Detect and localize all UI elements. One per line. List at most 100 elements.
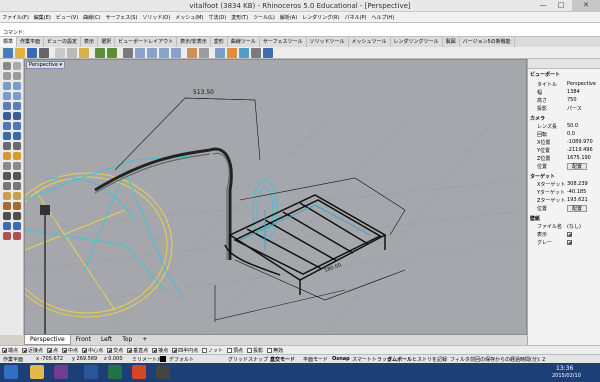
planar-toggle[interactable]: 平面モード: [303, 356, 328, 363]
osnap-intersection-checkbox[interactable]: [107, 347, 113, 353]
osnap-center[interactable]: 中心点: [82, 347, 103, 354]
cone-icon[interactable]: [13, 132, 21, 140]
menu-solid[interactable]: ソリッド(O): [142, 14, 170, 21]
save-icon[interactable]: [27, 48, 37, 58]
excel-icon[interactable]: [108, 365, 122, 379]
freeform-icon[interactable]: [13, 102, 21, 110]
menu-render[interactable]: レンダリング(R): [302, 14, 339, 21]
scale-icon[interactable]: [13, 202, 21, 210]
tab-cplanes[interactable]: 作業平面: [17, 37, 45, 47]
osnap-point-checkbox[interactable]: [47, 347, 53, 353]
select-icon[interactable]: [215, 48, 225, 58]
tab-surface-tools[interactable]: サーフェスツール: [260, 37, 307, 47]
status-layer[interactable]: デフォルト: [169, 356, 194, 363]
taskbar-app-icon[interactable]: [156, 365, 170, 379]
fillet-icon[interactable]: [3, 232, 11, 240]
menu-panels[interactable]: パネル(P): [345, 14, 367, 21]
open-folder-icon[interactable]: [15, 48, 25, 58]
material-icon[interactable]: [239, 48, 249, 58]
osnap-perpendicular[interactable]: 垂直点: [127, 347, 148, 354]
text-icon[interactable]: [13, 162, 21, 170]
menu-edit[interactable]: 編集(E): [34, 14, 51, 21]
command-line[interactable]: コマンド:: [0, 27, 600, 37]
add-viewport-tab-button[interactable]: +: [137, 335, 152, 345]
filter-toggle[interactable]: フィルタ: [450, 356, 470, 363]
osnap-project[interactable]: 投影: [247, 347, 263, 354]
osnap-perpendicular-checkbox[interactable]: [127, 347, 133, 353]
light-icon[interactable]: [3, 152, 11, 160]
render-icon[interactable]: [227, 48, 237, 58]
tab-drafting[interactable]: 製図: [443, 37, 460, 47]
menu-file[interactable]: ファイル(F): [2, 14, 29, 21]
ellipse-icon[interactable]: [3, 92, 11, 100]
pan-icon[interactable]: [123, 48, 133, 58]
rotate-icon[interactable]: [3, 202, 11, 210]
mirror-icon[interactable]: [3, 212, 11, 220]
osnap-near-checkbox[interactable]: [22, 347, 28, 353]
grid-snap-toggle[interactable]: グリッドスナップ: [228, 356, 268, 363]
dimension-icon[interactable]: [3, 162, 11, 170]
tab-standard[interactable]: 標準: [0, 37, 18, 47]
layer-color-swatch[interactable]: [160, 356, 166, 362]
zoom-icon[interactable]: [147, 48, 157, 58]
tab-viewport-layout[interactable]: ビューポートレイアウト: [115, 37, 178, 47]
circle-icon[interactable]: [3, 82, 11, 90]
menu-analyze[interactable]: 解析(A): [280, 14, 297, 21]
boolean-union-icon[interactable]: [3, 222, 11, 230]
osnap-end-checkbox[interactable]: [2, 347, 7, 353]
explode-icon[interactable]: [13, 182, 21, 190]
paste-icon[interactable]: [79, 48, 89, 58]
polyline-icon[interactable]: [3, 72, 11, 80]
show-wallpaper-checkbox[interactable]: [567, 232, 572, 237]
trim-icon[interactable]: [3, 172, 11, 180]
menu-mesh[interactable]: メッシュ(M): [175, 14, 203, 21]
mesh-box-icon[interactable]: [13, 142, 21, 150]
curve-icon[interactable]: [13, 72, 21, 80]
menu-surface[interactable]: サーフェス(S): [106, 14, 138, 21]
osnap-tangent-checkbox[interactable]: [152, 347, 158, 353]
osnap-end[interactable]: 端点: [2, 347, 18, 354]
properties-icon[interactable]: [199, 48, 209, 58]
rotate-view-icon[interactable]: [135, 48, 145, 58]
rectangle-icon[interactable]: [13, 92, 21, 100]
menu-tools[interactable]: ツール(L): [253, 14, 275, 21]
osnap-disable[interactable]: 無効: [267, 347, 283, 354]
tab-perspective[interactable]: Perspective: [24, 335, 71, 345]
tab-set-view[interactable]: ビューの設定: [44, 37, 82, 47]
osnap-project-checkbox[interactable]: [247, 347, 253, 353]
record-history-toggle[interactable]: ヒストリを記録: [412, 356, 447, 363]
osnap-point[interactable]: 点: [47, 347, 58, 354]
arc-icon[interactable]: [13, 82, 21, 90]
zoom-extents-icon[interactable]: [171, 48, 181, 58]
gray-wallpaper-checkbox[interactable]: [567, 240, 572, 245]
osnap-quadrant-checkbox[interactable]: [172, 347, 178, 353]
gumball-toggle[interactable]: ガムボール: [387, 356, 412, 363]
point-icon[interactable]: [13, 62, 21, 70]
cut-icon[interactable]: [55, 48, 65, 58]
osnap-tangent[interactable]: 接点: [152, 347, 168, 354]
osnap-quadrant[interactable]: 四半円点: [172, 347, 198, 354]
mesh-icon[interactable]: [3, 142, 11, 150]
tab-display[interactable]: 表示: [81, 37, 99, 47]
copy-icon[interactable]: [67, 48, 77, 58]
tab-select[interactable]: 選択: [98, 37, 116, 47]
word-icon[interactable]: [84, 365, 98, 379]
maximize-button[interactable]: □: [552, 0, 570, 11]
cylinder-icon[interactable]: [3, 132, 11, 140]
close-button[interactable]: ✕: [572, 0, 600, 11]
smarttrack-toggle[interactable]: スマートトラック: [352, 356, 392, 363]
osnap-near[interactable]: 近接点: [22, 347, 43, 354]
options-icon[interactable]: [251, 48, 261, 58]
osnap-mid[interactable]: 中点: [62, 347, 78, 354]
osnap-intersection[interactable]: 交点: [107, 347, 123, 354]
print-icon[interactable]: [39, 48, 49, 58]
menu-view[interactable]: ビュー(V): [56, 14, 78, 21]
tab-transform[interactable]: 変形: [211, 37, 228, 47]
tab-left[interactable]: Left: [96, 335, 117, 345]
sphere-icon[interactable]: [13, 122, 21, 130]
undo-icon[interactable]: [95, 48, 105, 58]
join-icon[interactable]: [3, 182, 11, 190]
copy-object-icon[interactable]: [13, 192, 21, 200]
osnap-center-checkbox[interactable]: [82, 347, 88, 353]
boolean-difference-icon[interactable]: [13, 222, 21, 230]
